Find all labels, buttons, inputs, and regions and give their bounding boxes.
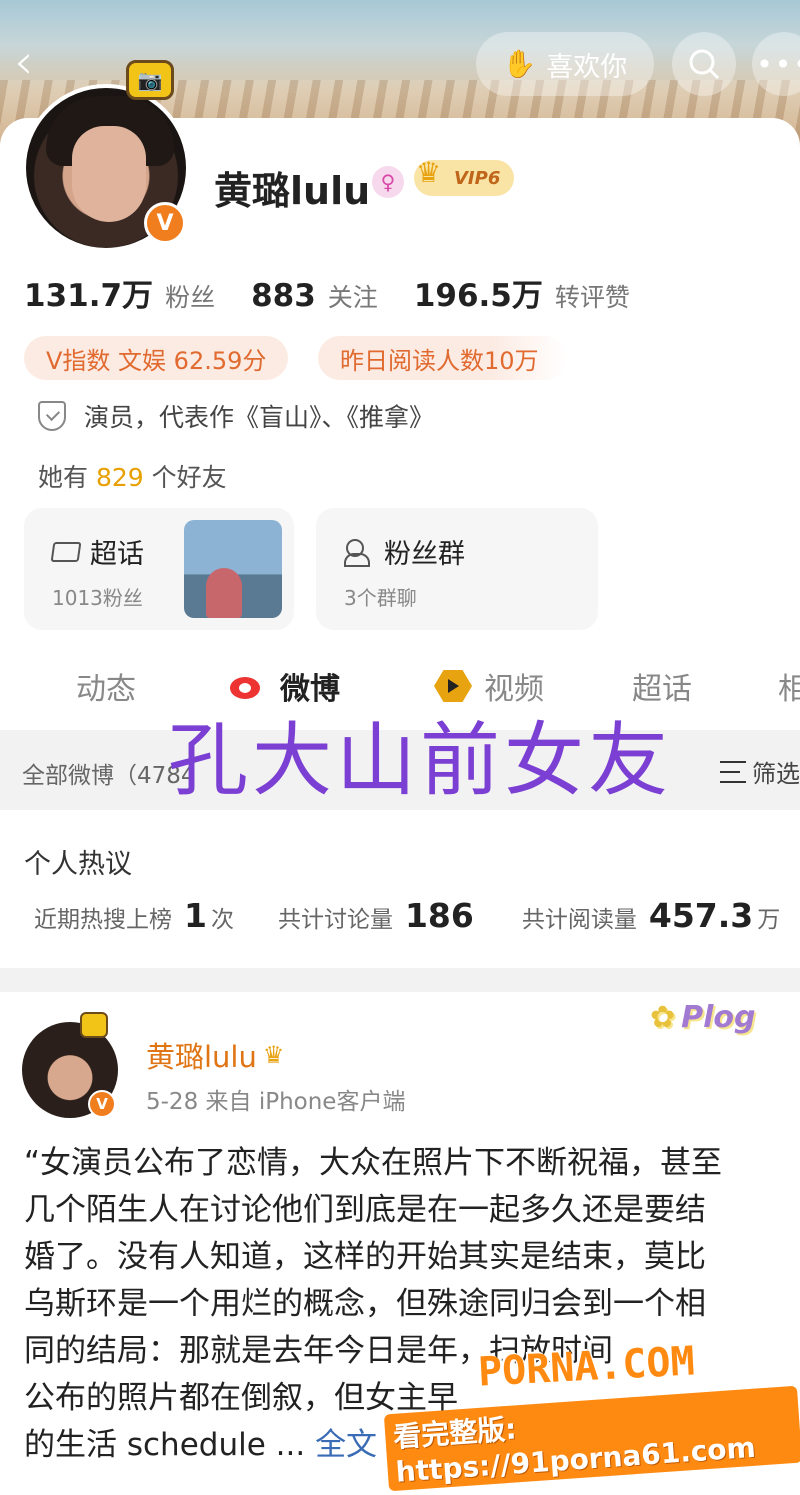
reads-tag[interactable]: 昨日阅读人数10万 — [318, 336, 567, 380]
verified-badge: V — [88, 1090, 116, 1118]
plog-text: Plog — [681, 1000, 756, 1035]
user-name: 黄璐lulu — [214, 169, 371, 213]
filter-icon — [720, 760, 746, 783]
vip-label: VIP6 — [454, 167, 501, 189]
read-more-link[interactable]: 全文 — [315, 1427, 377, 1463]
friends-prefix: 她有 — [38, 463, 89, 492]
filter-button[interactable]: 筛选 — [720, 754, 800, 789]
avatar-face — [72, 126, 146, 222]
stat-value: 883 — [251, 278, 316, 314]
vip-badge[interactable]: ♛ VIP6 — [414, 156, 515, 196]
camera-sticker-icon: 📷 — [126, 60, 174, 100]
stat-label: 关注 — [327, 283, 378, 312]
chevron-left-icon: ‹ — [14, 34, 34, 90]
fan-group-card[interactable]: 粉丝群 3个群聊 — [316, 508, 598, 630]
verified-badge: V — [144, 202, 186, 244]
like-you-label: 喜欢你 — [546, 51, 628, 83]
card-title: 超话 — [50, 532, 144, 571]
friends-line[interactable]: 她有 829 个好友 — [38, 458, 227, 494]
hot-value: 457.3 — [648, 896, 754, 935]
stat-label: 转评赞 — [554, 283, 630, 312]
crown-icon: ♛ — [416, 156, 442, 189]
back-button[interactable]: ‹ — [14, 38, 54, 90]
hot-discussion-title: 个人热议 — [24, 849, 132, 880]
people-icon — [344, 538, 374, 567]
card-subtitle: 3个群聊 — [344, 586, 417, 610]
stat-label: 粉丝 — [165, 283, 216, 312]
more-horizontal-icon: ••• — [756, 47, 800, 81]
stat-following[interactable]: 883 关注 — [251, 278, 378, 314]
v-index-tag[interactable]: V指数 文娱 62.59分 — [24, 336, 289, 380]
card-title-text: 超话 — [90, 539, 144, 570]
stat-value: 196.5万 — [413, 278, 543, 314]
card-subtitle: 1013粉丝 — [52, 586, 143, 610]
female-icon: ♀ — [372, 166, 404, 198]
hot-unit: 次 — [210, 907, 234, 933]
friends-count: 829 — [95, 463, 144, 492]
supertopic-thumbnail — [184, 520, 282, 618]
stat-interactions[interactable]: 196.5万 转评赞 — [414, 270, 630, 315]
post-meta: 5-28 来自 iPhone客户端 — [146, 1089, 406, 1115]
hot-label: 共计阅读量 — [521, 907, 637, 933]
hot-discussion-stats: 近期热搜上榜 1 次 共计讨论量 186 共计阅读量 457.3 万 — [34, 896, 780, 935]
stat-followers[interactable]: 131.7万 粉丝 — [24, 270, 215, 315]
bio: 演员，代表作《盲山》、《推拿》 — [38, 398, 434, 434]
overlay-caption: 孔大山前女友 — [168, 714, 672, 807]
like-you-button[interactable]: ✋ 喜欢你 — [476, 32, 654, 96]
flower-icon: ✿ — [650, 1000, 676, 1035]
supertopic-card[interactable]: 超话 1013粉丝 — [24, 508, 294, 630]
hot-value: 1 — [184, 896, 207, 935]
search-icon — [689, 49, 720, 80]
post-author-name: 黄璐lulu — [146, 1040, 257, 1074]
post-author[interactable]: 黄璐lulu ♛ — [146, 1034, 284, 1076]
bio-text: 演员，代表作《盲山》、《推拿》 — [84, 403, 435, 432]
thumbnail-person — [206, 568, 242, 618]
friends-suffix: 个好友 — [151, 463, 227, 492]
hot-value: 186 — [404, 896, 474, 935]
tab-label: 动态 — [76, 672, 136, 707]
tab-dynamics[interactable]: 动态 — [76, 664, 136, 708]
diamond-icon — [50, 541, 82, 562]
hot-unit: 万 — [757, 907, 781, 933]
card-title: 粉丝群 — [344, 532, 465, 571]
profile-stats: 131.7万 粉丝 883 关注 196.5万 转评赞 — [24, 270, 666, 315]
search-button[interactable] — [672, 32, 736, 96]
tab-album[interactable]: 相 — [778, 664, 800, 708]
tab-label: 相 — [778, 672, 800, 707]
section-divider — [0, 968, 800, 992]
stat-value: 131.7万 — [24, 278, 154, 314]
plog-sticker: ✿ Plog — [650, 1000, 756, 1035]
hand-heart-icon: ✋ — [502, 49, 537, 80]
crown-icon: ♛ — [262, 1041, 285, 1069]
hot-label: 近期热搜上榜 — [34, 907, 172, 933]
camera-sticker-icon — [80, 1012, 108, 1038]
card-title-text: 粉丝群 — [384, 539, 465, 570]
shield-icon — [38, 401, 66, 431]
hot-label: 共计讨论量 — [277, 907, 393, 933]
filter-label: 筛选 — [752, 760, 800, 788]
